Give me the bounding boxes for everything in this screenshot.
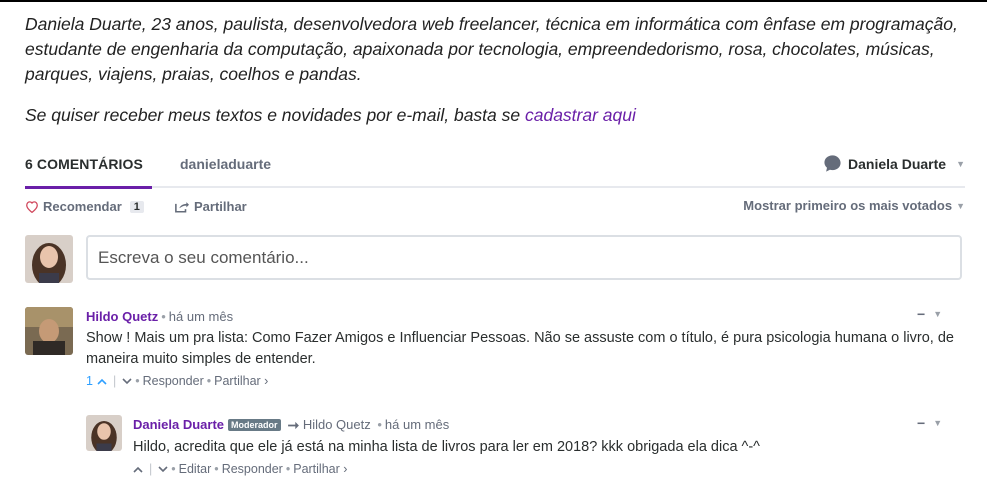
chevron-down-icon[interactable]: ▼ [933,418,942,428]
comment-author[interactable]: Daniela Duarte [133,417,224,432]
comment-header: Hildo Quetz • há um mês [86,309,234,324]
comment-controls: − ▼ [917,306,942,322]
downvote-icon[interactable] [158,462,168,476]
reply-link[interactable]: Responder [143,374,204,388]
recommend-count: 1 [129,200,144,213]
sort-dropdown[interactable]: Mostrar primeiro os mais votados ▼ [743,198,965,213]
chevron-down-icon: ▼ [956,200,965,211]
share-button[interactable]: Partilhar [175,199,247,214]
reply-arrow-icon [288,421,300,430]
top-border [0,0,987,2]
comment-header: Daniela Duarte Moderador Hildo Quetz • há … [133,417,450,432]
user-menu[interactable]: Daniela Duarte ▼ [823,154,965,173]
comment-footer: 1 | • Responder • Partilhar › [86,374,269,388]
avatar[interactable] [86,415,122,451]
comments-nav: 6 COMENTÁRIOS danieladuarte Daniela Duar… [25,150,965,189]
newsletter-signup: Se quiser receber meus textos e novidade… [25,103,970,128]
downvote-icon[interactable] [122,374,132,388]
reply-to-name: Hildo Quetz [302,417,371,432]
recommend-label: Recomendar [43,199,122,214]
avatar [25,235,73,283]
share-label: Partilhar [194,199,247,214]
avatar[interactable] [25,307,73,355]
user-avatar-image [25,235,73,283]
edit-link[interactable]: Editar [179,462,212,476]
comment-controls: − ▼ [917,415,942,431]
chevron-down-icon: ▼ [956,158,965,169]
sort-label: Mostrar primeiro os mais votados [743,198,953,213]
speech-bubble-icon [824,155,841,172]
collapse-icon[interactable]: − [917,306,925,322]
vote-count: 1 [86,374,93,388]
share-icon [175,202,189,213]
comment-author[interactable]: Hildo Quetz [86,309,158,324]
comment-time[interactable]: há um mês [385,417,449,432]
chevron-down-icon[interactable]: ▼ [933,309,942,319]
comment-input[interactable]: Escreva o seu comentário... [86,235,962,280]
recommend-button[interactable]: Recomendar 1 [25,199,144,214]
signup-link[interactable]: cadastrar aqui [525,105,636,125]
tab-community[interactable]: danieladuarte [180,156,271,172]
reply-link[interactable]: Responder [222,462,283,476]
commenter-avatar-image [86,415,122,451]
user-name: Daniela Duarte [848,155,947,172]
comment-footer: | • Editar • Responder • Partilhar › [133,462,347,476]
moderator-badge: Moderador [228,419,281,431]
signup-text: Se quiser receber meus textos e novidade… [25,105,525,125]
heart-icon [26,201,38,213]
author-bio: Daniela Duarte, 23 anos, paulista, desen… [25,14,958,84]
upvote-icon[interactable] [133,462,143,476]
upvote-icon[interactable] [97,374,107,388]
commenter-avatar-image [25,307,73,355]
comment-body: Hildo, acredita que ele já está na minha… [133,439,760,455]
comment-time[interactable]: há um mês [169,309,233,324]
reply-to[interactable]: Hildo Quetz [288,417,374,432]
collapse-icon[interactable]: − [917,415,925,431]
share-link[interactable]: Partilhar › [293,462,347,476]
share-link[interactable]: Partilhar › [214,374,268,388]
comment-body: Show ! Mais um pra lista: Como Fazer Ami… [86,330,954,367]
tab-comments[interactable]: 6 COMENTÁRIOS [25,156,152,189]
thread-actions: Recomendar 1 Partilhar Mostrar primeiro … [25,198,965,218]
